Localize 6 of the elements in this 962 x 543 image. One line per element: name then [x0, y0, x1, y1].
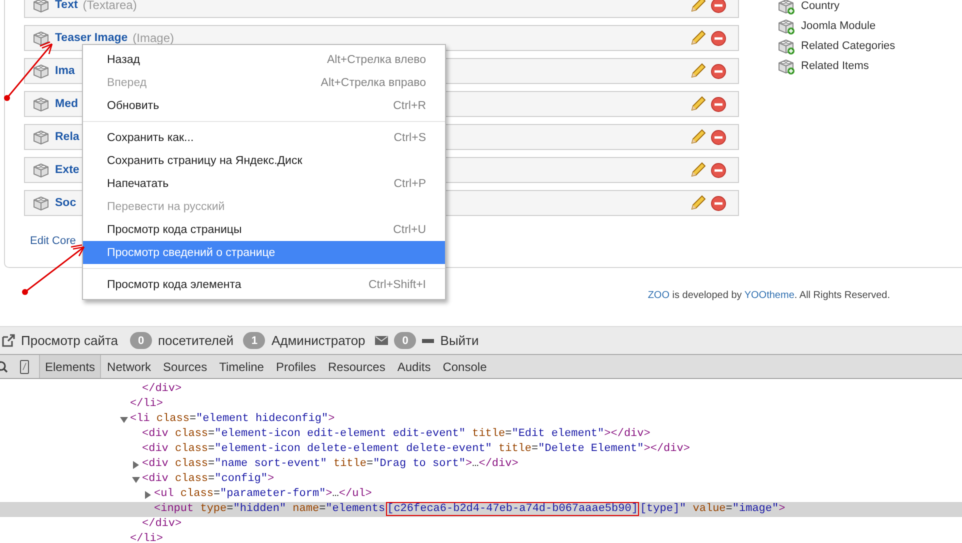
- count-badge: 1: [243, 332, 266, 349]
- element-type: (Textarea): [82, 0, 137, 12]
- element-type: (Image): [132, 31, 174, 45]
- count-badge: 0: [394, 332, 416, 349]
- footer-text: ZOO is developed by YOOtheme. All Rights Reserved.: [648, 290, 890, 301]
- count-badge: 0: [130, 332, 152, 349]
